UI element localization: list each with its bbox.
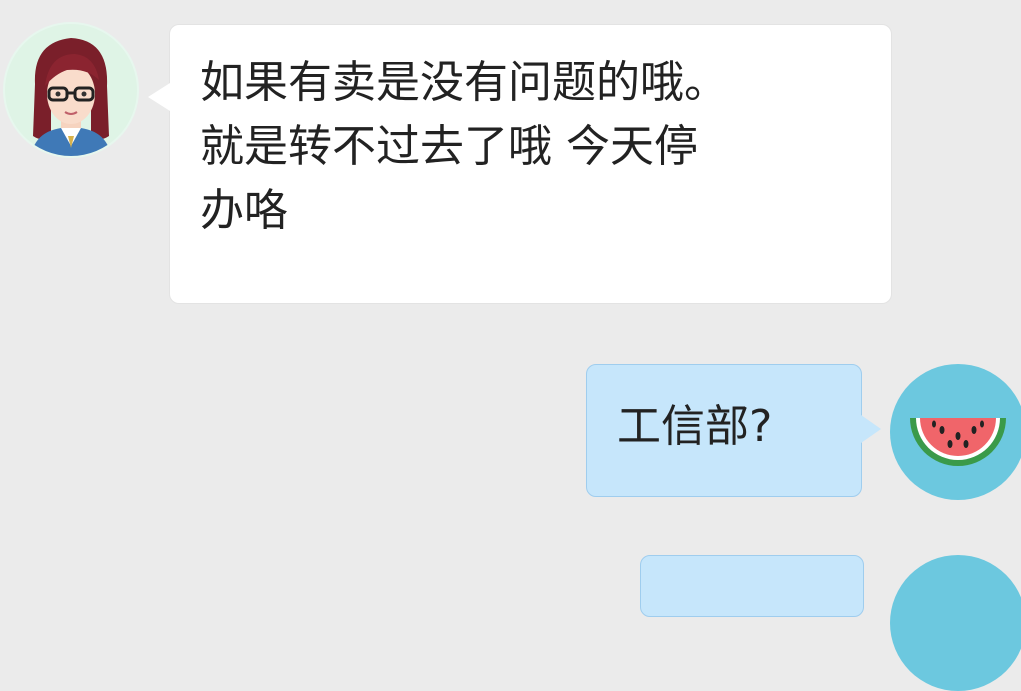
outgoing-message-bubble[interactable] <box>640 555 864 617</box>
my-avatar[interactable] <box>890 364 1021 500</box>
incoming-message-bubble[interactable]: 如果有卖是没有问题的哦。 就是转不过去了哦 今天停 办咯 <box>148 24 892 304</box>
woman-with-glasses-icon <box>31 38 111 156</box>
agent-avatar[interactable] <box>3 22 139 158</box>
message-text-line: 如果有卖是没有问题的哦。 <box>200 57 728 108</box>
outgoing-message-bubble[interactable]: 工信部? <box>586 364 881 497</box>
watermelon-icon <box>910 418 1006 466</box>
message-text-line: 就是转不过去了哦 今天停 <box>200 121 698 172</box>
message-text: 工信部? <box>617 401 773 452</box>
message-text-line: 办咯 <box>200 185 288 236</box>
my-avatar[interactable] <box>890 555 1021 691</box>
